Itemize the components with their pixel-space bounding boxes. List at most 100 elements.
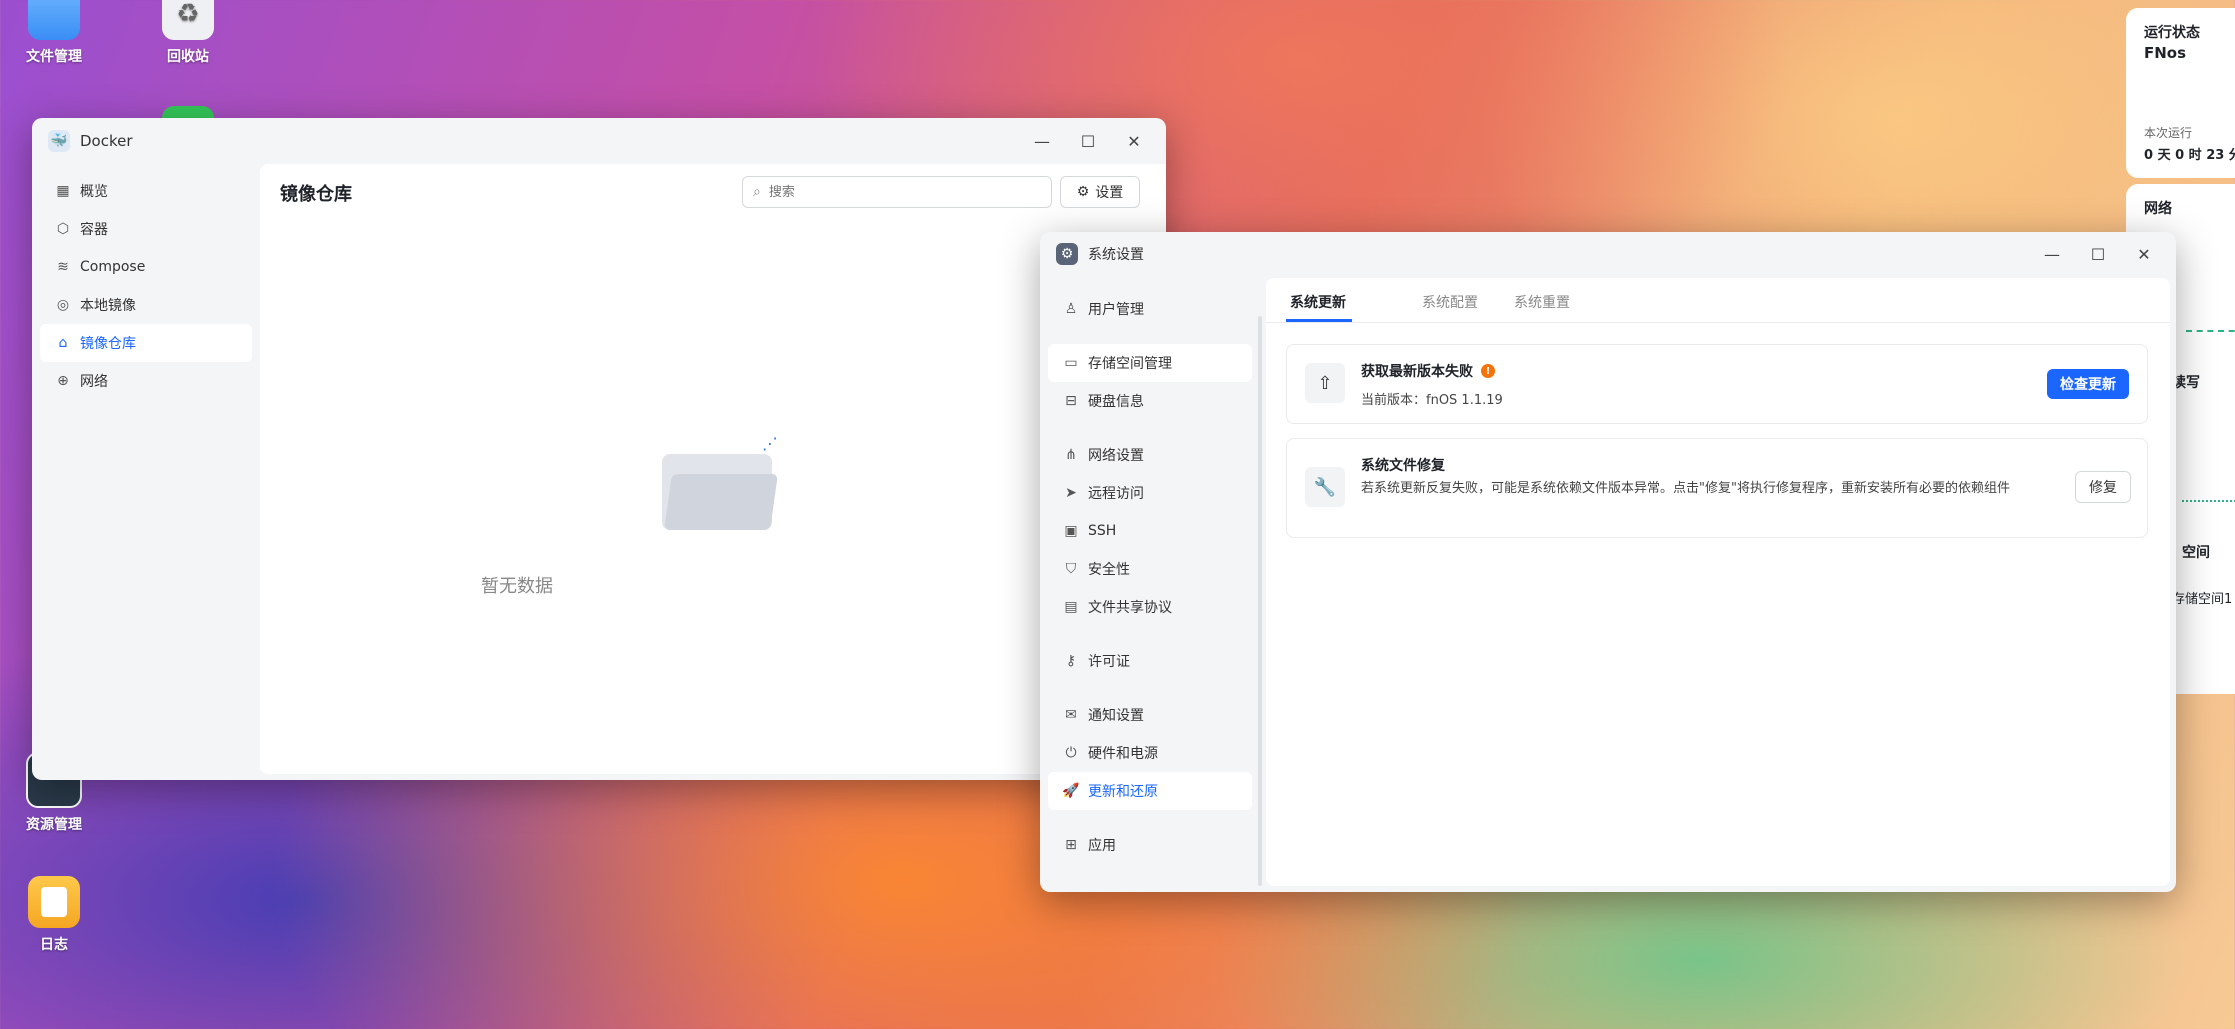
check-update-button[interactable]: 检查更新 xyxy=(2047,369,2129,399)
settings-sidebar-item-file-sharing[interactable]: ▤ 文件共享协议 xyxy=(1048,588,1252,626)
network-title: 网络 xyxy=(2144,201,2172,217)
power-icon: ⏻ xyxy=(1065,745,1077,761)
empty-text: 暂无数据 xyxy=(481,576,553,597)
sidebar-item-label: 更新和还原 xyxy=(1088,784,1158,800)
settings-main-panel: 系统更新 系统配置 系统重置 ⇧ 获取最新版本失败 ! 当前版本：fnOS 1.… xyxy=(1266,278,2170,886)
settings-sidebar-item-disk[interactable]: ⊟ 硬盘信息 xyxy=(1048,382,1252,420)
docker-sidebar-item-overview[interactable]: ▦ 概览 xyxy=(40,172,252,210)
shield-icon: ⛉ xyxy=(1065,561,1077,577)
desktop-icon-file-manager[interactable]: 文件管理 xyxy=(0,0,114,66)
sidebar-item-label: SSH xyxy=(1088,523,1117,539)
docker-window: 🐳 Docker — ☐ ✕ ▦ 概览 ⬡ 容器 ≋ Compose ◎ 本地镜像 ⌂ 镜… xyxy=(32,118,1166,780)
docker-sidebar-item-local-images[interactable]: ◎ 本地镜像 xyxy=(40,286,252,324)
sidebar-item-label: 文件共享协议 xyxy=(1088,600,1172,616)
close-icon[interactable]: ✕ xyxy=(2128,238,2160,270)
settings-sidebar-item-notifications[interactable]: ✉ 通知设置 xyxy=(1048,696,1252,734)
tab-bar: 系统更新 系统配置 系统重置 xyxy=(1266,278,2170,323)
repair-description: 若系统更新反复失败，可能是系统依赖文件版本异常。点击"修复"将执行修复程序，重新… xyxy=(1361,481,2010,496)
storage-icon: ▭ xyxy=(1064,355,1078,371)
settings-sidebar-item-ssh[interactable]: ▣ SSH xyxy=(1048,512,1252,550)
settings-sidebar-item-security[interactable]: ⛉ 安全性 xyxy=(1048,550,1252,588)
settings-sidebar-item-network[interactable]: ⋔ 网络设置 xyxy=(1048,436,1252,474)
settings-titlebar[interactable]: ⚙ 系统设置 — ☐ ✕ xyxy=(1040,232,2176,276)
repair-button-label: 修复 xyxy=(2089,480,2117,496)
settings-sidebar-item-storage[interactable]: ▭ 存储空间管理 xyxy=(1048,344,1252,382)
cube-icon: ⬡ xyxy=(56,221,70,237)
sidebar-item-label: 通知设置 xyxy=(1088,708,1144,724)
docker-sidebar-item-network[interactable]: ⊕ 网络 xyxy=(40,362,252,400)
file-manager-icon xyxy=(28,0,80,40)
maximize-icon[interactable]: ☐ xyxy=(1072,125,1104,157)
minimize-icon[interactable]: — xyxy=(2036,238,2068,270)
close-icon[interactable]: ✕ xyxy=(1118,125,1150,157)
uptime-label: 本次运行 xyxy=(2144,126,2193,140)
maximize-icon[interactable]: ☐ xyxy=(2082,238,2114,270)
settings-button[interactable]: ⚙ 设置 xyxy=(1060,176,1140,208)
disk-icon: ◎ xyxy=(56,297,70,313)
key-icon: ⚷ xyxy=(1065,653,1077,669)
tab-active-indicator xyxy=(1286,319,1352,322)
sidebar-item-label: 许可证 xyxy=(1088,654,1130,670)
hdd-icon: ⊟ xyxy=(1065,393,1077,409)
sidebar-item-label: 网络 xyxy=(80,374,108,390)
docker-main-panel: 镜像仓库 ⌕ ⚙ 设置 ⋰ 暂无数据 xyxy=(260,164,1166,774)
docker-sidebar-item-registry[interactable]: ⌂ 镜像仓库 xyxy=(40,324,252,362)
minimize-icon[interactable]: — xyxy=(1026,125,1058,157)
apps-icon: ⊞ xyxy=(1065,837,1077,853)
file-icon: ▤ xyxy=(1064,599,1078,615)
user-icon: ♙ xyxy=(1064,301,1078,317)
settings-sidebar: ♙ 用户管理 ▭ 存储空间管理 ⊟ 硬盘信息 ⋔ 网络设置 ➤ 远程访问 ▣ SSH ⛉ 安全… xyxy=(1040,276,1260,864)
docker-titlebar[interactable]: 🐳 Docker — ☐ ✕ xyxy=(32,118,1166,164)
send-icon: ➤ xyxy=(1065,485,1077,501)
settings-sidebar-item-hardware[interactable]: ⏻ 硬件和电源 xyxy=(1048,734,1252,772)
desktop-icon-label: 资源管理 xyxy=(26,817,82,833)
empty-illustration: ⋰ xyxy=(658,434,778,534)
home-icon: ⌂ xyxy=(58,335,68,351)
docker-sidebar: ▦ 概览 ⬡ 容器 ≋ Compose ◎ 本地镜像 ⌂ 镜像仓库 ⊕ 网络 xyxy=(32,164,260,400)
tab-system-config[interactable]: 系统配置 xyxy=(1422,292,1478,312)
docker-app-icon: 🐳 xyxy=(48,130,70,152)
sidebar-item-label: 存储空间管理 xyxy=(1088,356,1172,372)
settings-sidebar-item-apps[interactable]: ⊞ 应用 xyxy=(1048,826,1252,864)
update-title-text: 获取最新版本失败 xyxy=(1361,364,1473,380)
search-input[interactable] xyxy=(766,183,1031,201)
sidebar-item-label: 镜像仓库 xyxy=(80,336,136,352)
sidebar-item-label: 安全性 xyxy=(1088,562,1130,578)
settings-sidebar-item-license[interactable]: ⚷ 许可证 xyxy=(1048,642,1252,680)
settings-sidebar-item-update[interactable]: 🚀 更新和还原 xyxy=(1048,772,1252,810)
sidebar-item-label: 用户管理 xyxy=(1088,302,1144,318)
network-icon: ⋔ xyxy=(1065,447,1077,463)
docker-sidebar-item-containers[interactable]: ⬡ 容器 xyxy=(40,210,252,248)
tab-system-update[interactable]: 系统更新 xyxy=(1290,292,1346,312)
search-box[interactable]: ⌕ xyxy=(742,176,1052,208)
docker-sidebar-item-compose[interactable]: ≋ Compose xyxy=(40,248,252,286)
sidebar-item-label: 远程访问 xyxy=(1088,486,1144,502)
current-version: 当前版本：fnOS 1.1.19 xyxy=(1361,393,1503,408)
wrench-icon: 🔧 xyxy=(1305,467,1345,507)
desktop-icon-log[interactable]: 日志 xyxy=(0,876,114,954)
tab-system-reset[interactable]: 系统重置 xyxy=(1514,292,1570,312)
desktop-icon-recycle-bin[interactable]: ♻ 回收站 xyxy=(128,0,248,66)
repair-card: 🔧 系统文件修复 若系统更新反复失败，可能是系统依赖文件版本异常。点击"修复"将… xyxy=(1286,438,2148,538)
gear-icon: ⚙ xyxy=(1076,184,1090,200)
upload-icon: ⇧ xyxy=(1305,363,1345,403)
sidebar-item-label: 应用 xyxy=(1088,838,1116,854)
sidebar-item-label: 网络设置 xyxy=(1088,448,1144,464)
sidebar-item-label: 硬盘信息 xyxy=(1088,394,1144,410)
settings-sidebar-item-remote[interactable]: ➤ 远程访问 xyxy=(1048,474,1252,512)
sidebar-scrollbar[interactable] xyxy=(1258,316,1262,886)
status-widget: 运行状态 FNos 本次运行 0 天 0 时 23 分 xyxy=(2126,8,2235,178)
page-title: 镜像仓库 xyxy=(280,184,352,205)
docker-window-title: Docker xyxy=(80,132,133,150)
settings-button-label: 设置 xyxy=(1095,185,1124,201)
settings-app-icon: ⚙ xyxy=(1056,243,1078,265)
storage-title: 空间 xyxy=(2182,545,2210,561)
desktop-icon-label: 回收站 xyxy=(167,49,209,65)
layers-icon: ≋ xyxy=(57,259,69,275)
repair-title: 系统文件修复 xyxy=(1361,458,1445,474)
warning-icon: ! xyxy=(1481,364,1495,378)
grid-icon: ▦ xyxy=(56,183,70,199)
network-graph-line xyxy=(2186,330,2235,332)
settings-sidebar-item-users[interactable]: ♙ 用户管理 xyxy=(1048,290,1252,328)
repair-button[interactable]: 修复 xyxy=(2075,471,2131,503)
